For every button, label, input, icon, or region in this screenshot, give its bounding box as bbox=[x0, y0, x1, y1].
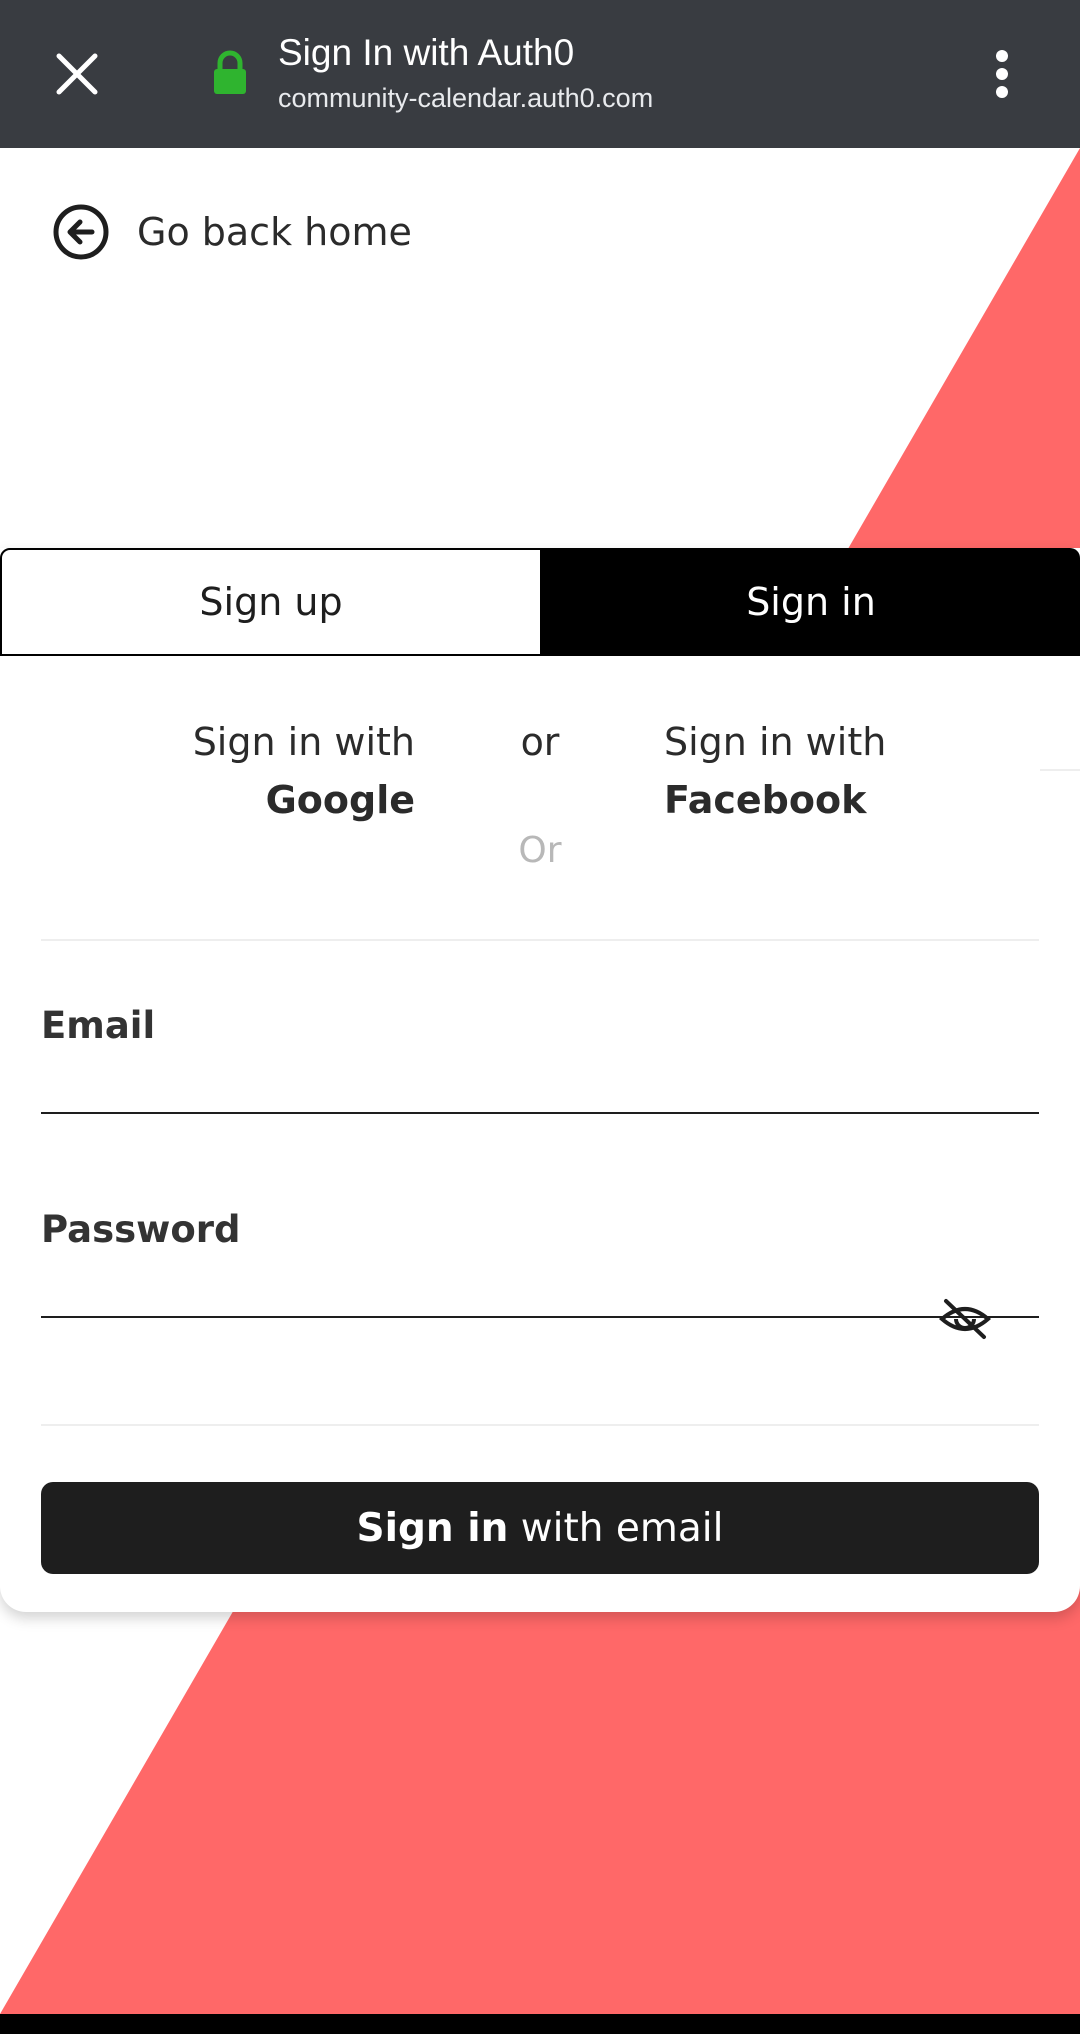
toggle-password-visibility-button[interactable] bbox=[936, 1290, 994, 1348]
password-label: Password bbox=[41, 1208, 241, 1251]
or-divider-label: Or bbox=[518, 830, 562, 871]
divider bbox=[41, 1424, 1039, 1426]
page-title: Sign In with Auth0 bbox=[278, 32, 575, 73]
divider bbox=[1040, 769, 1080, 771]
sign-in-google-button[interactable]: Sign in with Google bbox=[140, 713, 415, 829]
system-navigation-bar bbox=[0, 2014, 1080, 2034]
page-url[interactable]: community-calendar.auth0.com bbox=[278, 80, 653, 116]
sign-in-with-email-button[interactable]: Sign in with email bbox=[41, 1482, 1039, 1574]
email-label: Email bbox=[41, 1004, 156, 1047]
password-field[interactable] bbox=[41, 1250, 1039, 1318]
submit-label-rest: with email bbox=[508, 1505, 724, 1551]
facebook-button-prefix: Sign in with bbox=[664, 720, 887, 764]
browser-toolbar: Sign In with Auth0 community-calendar.au… bbox=[0, 0, 1080, 148]
google-button-prefix: Sign in with bbox=[192, 720, 415, 764]
more-vert-icon bbox=[996, 50, 1008, 98]
close-button[interactable] bbox=[37, 34, 117, 114]
go-back-home-label: Go back home bbox=[137, 210, 412, 254]
divider bbox=[41, 939, 1039, 941]
go-back-home-link[interactable]: Go back home bbox=[52, 202, 412, 262]
auth-tabs: Sign up Sign in bbox=[0, 548, 1080, 656]
email-field[interactable] bbox=[41, 1046, 1039, 1114]
submit-label-strong: Sign in bbox=[356, 1505, 509, 1551]
facebook-button-brand: Facebook bbox=[664, 778, 867, 822]
menu-button[interactable] bbox=[962, 34, 1042, 114]
auth-card: Sign up Sign in Sign in with Google or S… bbox=[0, 548, 1080, 1612]
tab-sign-up[interactable]: Sign up bbox=[0, 548, 542, 656]
lock-icon bbox=[214, 50, 246, 94]
arrow-left-circle-icon bbox=[53, 204, 109, 260]
sign-in-facebook-button[interactable]: Sign in with Facebook bbox=[664, 713, 984, 829]
tab-sign-in[interactable]: Sign in bbox=[542, 548, 1080, 656]
social-or-separator: or bbox=[520, 720, 560, 764]
google-button-brand: Google bbox=[265, 778, 415, 822]
eye-off-icon bbox=[938, 1299, 992, 1339]
close-icon bbox=[56, 53, 98, 95]
